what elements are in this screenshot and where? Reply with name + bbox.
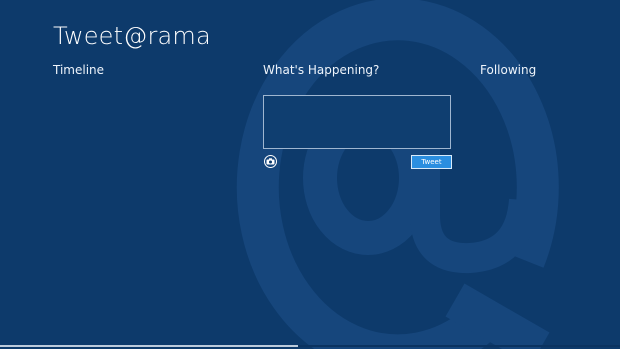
watermark-tail	[445, 283, 550, 349]
attach-photo-button[interactable]	[264, 155, 277, 168]
app-window: Tweet@rama Timeline What's Happening? Fo…	[0, 0, 620, 349]
whats-happening-header: What's Happening?	[263, 63, 380, 77]
camera-icon	[266, 158, 275, 165]
following-header[interactable]: Following	[480, 62, 536, 78]
at-symbol-watermark	[236, 0, 559, 349]
timeline-header[interactable]: Timeline	[53, 62, 104, 78]
app-title: Tweet@rama	[53, 22, 211, 50]
tweet-compose-input[interactable]	[263, 95, 451, 149]
scrollbar-thumb[interactable]	[0, 345, 298, 347]
horizontal-scrollbar[interactable]	[0, 345, 620, 347]
tweet-button[interactable]: Tweet	[411, 155, 452, 169]
